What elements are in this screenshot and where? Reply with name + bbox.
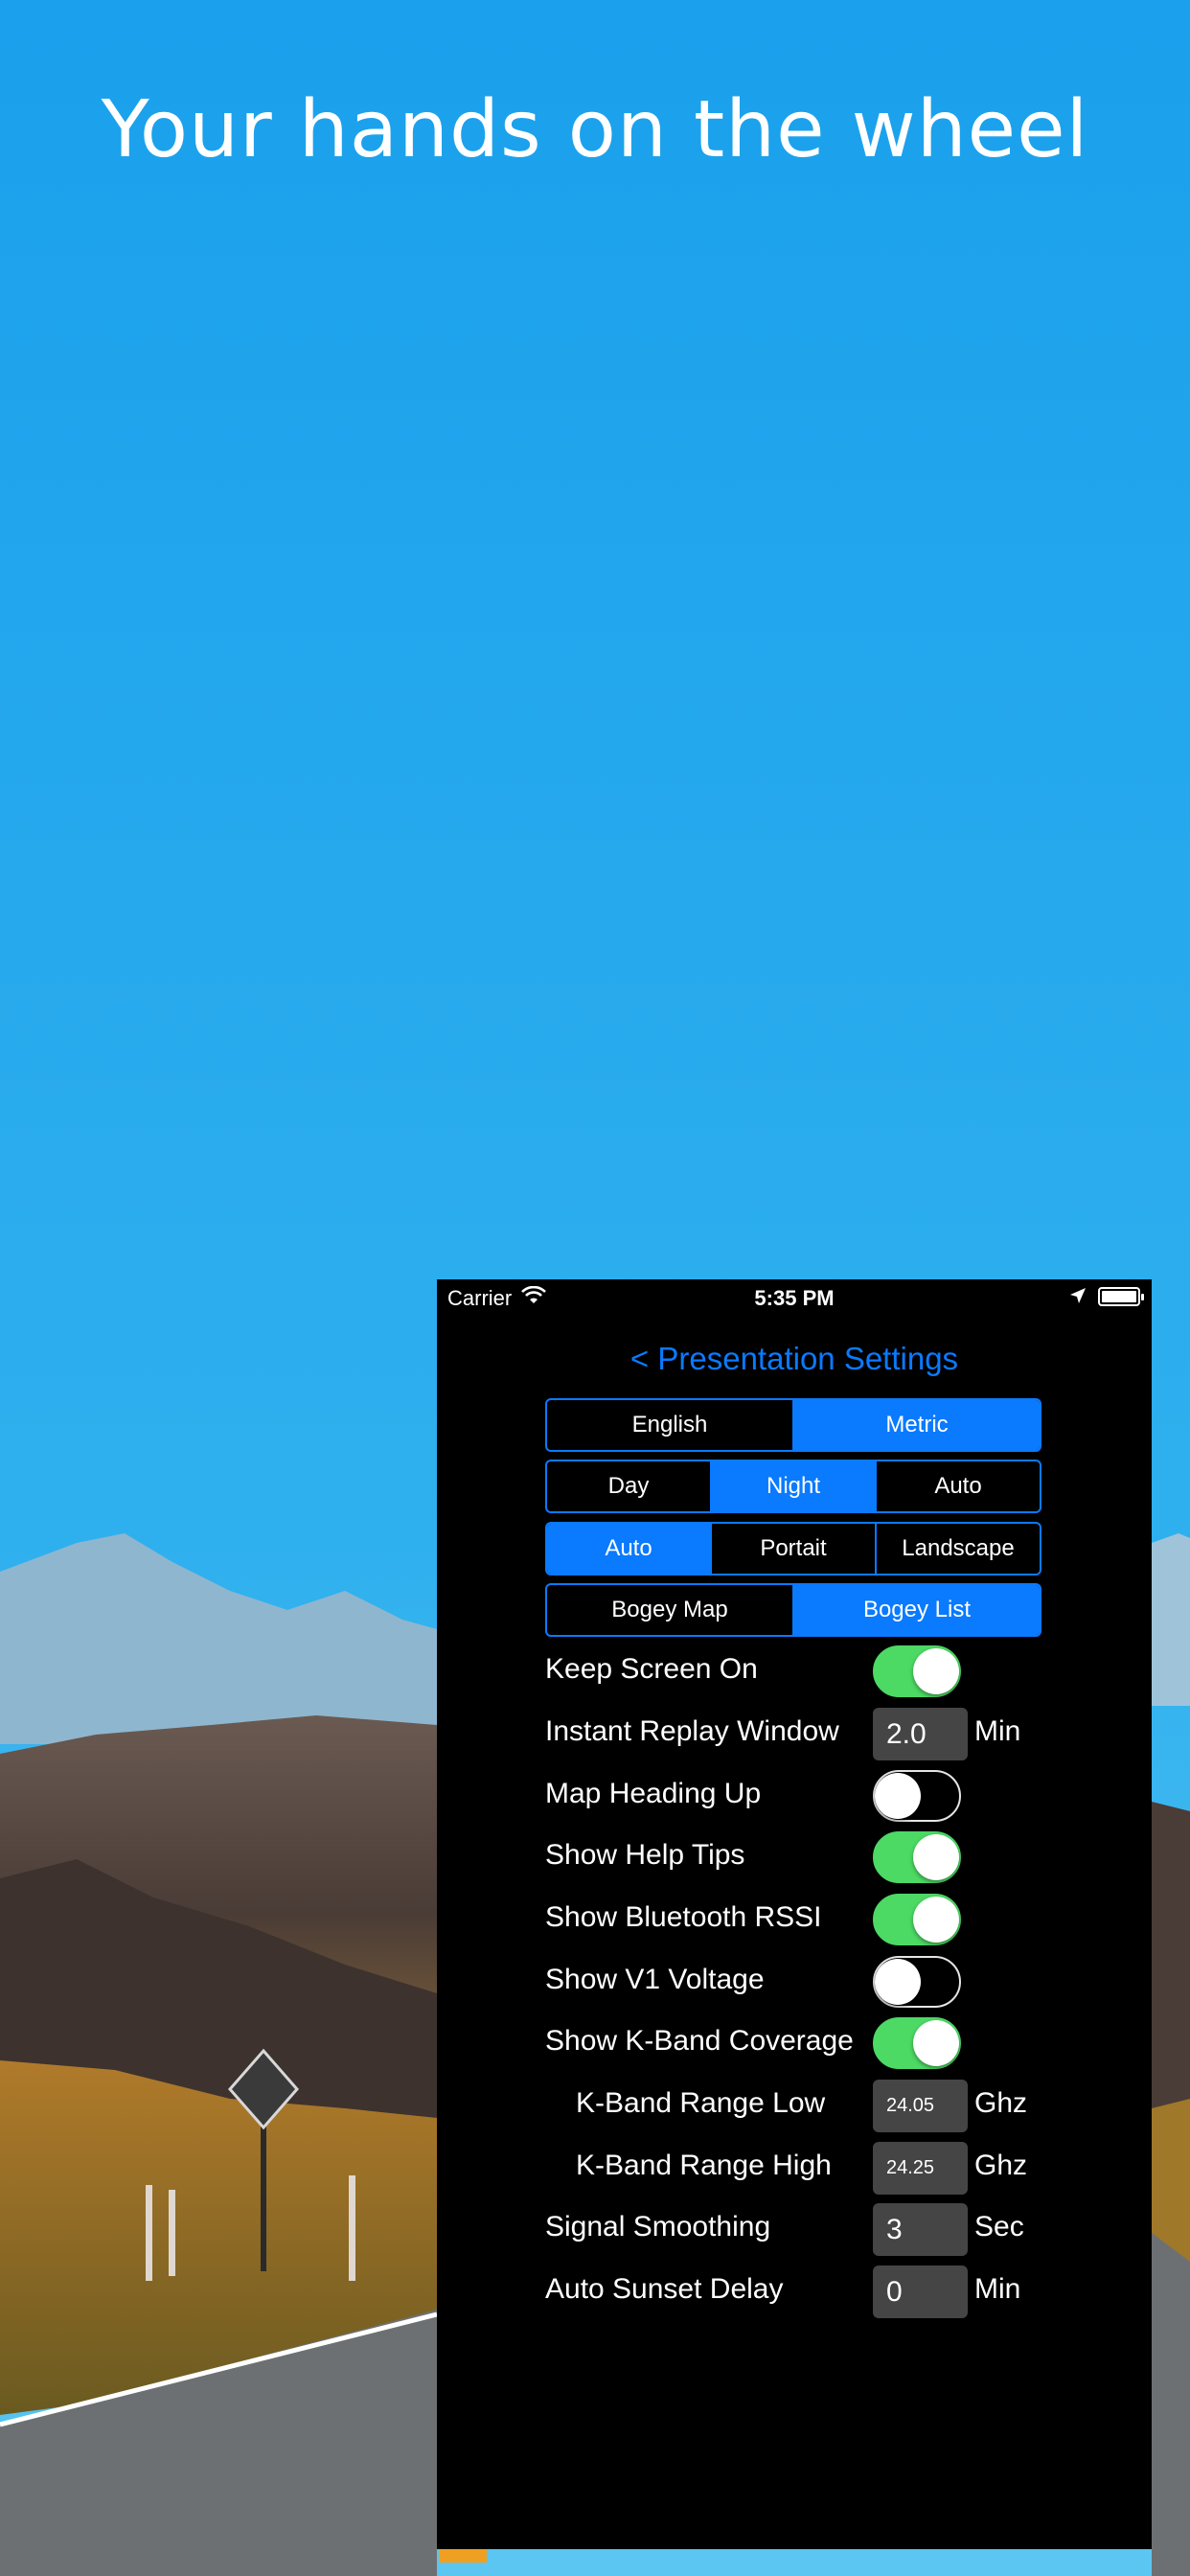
location-arrow-icon bbox=[1070, 1288, 1086, 1303]
unit-label: Sec bbox=[974, 2211, 1024, 2242]
auto-sunset-delay-input[interactable]: 0 bbox=[873, 2266, 968, 2318]
toggle-knob bbox=[913, 1648, 959, 1694]
orientation-segmented-control: Auto Portait Landscape bbox=[545, 1522, 1041, 1576]
setting-label: Show K-Band Coverage bbox=[545, 2025, 854, 2057]
segment-bogey-list[interactable]: Bogey List bbox=[794, 1585, 1040, 1635]
setting-label: Keep Screen On bbox=[545, 1653, 758, 1685]
theme-segmented-control: Day Night Auto bbox=[545, 1460, 1041, 1513]
segment-night[interactable]: Night bbox=[712, 1461, 877, 1511]
setting-label: Show Bluetooth RSSI bbox=[545, 1901, 822, 1933]
k-band-low-input[interactable]: 24.05 bbox=[873, 2080, 968, 2132]
setting-row-k-band-high: K-Band Range High 24.25 Ghz bbox=[437, 2138, 1152, 2196]
setting-label: Signal Smoothing bbox=[545, 2211, 771, 2242]
setting-label: K-Band Range Low bbox=[576, 2087, 826, 2119]
show-v1-voltage-toggle[interactable] bbox=[873, 1956, 961, 2008]
show-help-tips-toggle[interactable] bbox=[873, 1831, 961, 1883]
setting-row-instant-replay: Instant Replay Window 2.0 Min bbox=[437, 1704, 1152, 1761]
segment-bogey-map[interactable]: Bogey Map bbox=[547, 1585, 794, 1635]
toggle-knob bbox=[875, 1959, 921, 2005]
setting-row-auto-sunset-delay: Auto Sunset Delay 0 Min bbox=[437, 2262, 1152, 2319]
status-bar: Carrier 5:35 PM bbox=[437, 1279, 1152, 1312]
setting-row-k-band-coverage: Show K-Band Coverage bbox=[437, 2013, 1152, 2071]
setting-label: Instant Replay Window bbox=[545, 1715, 839, 1747]
setting-row-keep-screen-on: Keep Screen On bbox=[437, 1642, 1152, 1699]
status-time: 5:35 PM bbox=[754, 1286, 835, 1310]
setting-row-show-help-tips: Show Help Tips bbox=[437, 1828, 1152, 1885]
segment-metric[interactable]: Metric bbox=[794, 1400, 1040, 1450]
back-button[interactable]: < Presentation Settings bbox=[437, 1341, 1152, 1377]
setting-row-map-heading-up: Map Heading Up bbox=[437, 1766, 1152, 1824]
toggle-knob bbox=[913, 1834, 959, 1880]
setting-label: Show V1 Voltage bbox=[545, 1964, 765, 1995]
toggle-knob bbox=[875, 1773, 921, 1819]
setting-row-v1-voltage: Show V1 Voltage bbox=[437, 1952, 1152, 2010]
phone-screen: Carrier 5:35 PM < Presentation Settings … bbox=[437, 1279, 1152, 2549]
segment-portrait[interactable]: Portait bbox=[712, 1524, 877, 1574]
k-band-high-input[interactable]: 24.25 bbox=[873, 2142, 968, 2195]
segment-landscape[interactable]: Landscape bbox=[877, 1524, 1040, 1574]
setting-label: K-Band Range High bbox=[576, 2150, 832, 2181]
map-heading-up-toggle[interactable] bbox=[873, 1770, 961, 1822]
setting-row-k-band-low: K-Band Range Low 24.05 Ghz bbox=[437, 2076, 1152, 2133]
segment-english[interactable]: English bbox=[547, 1400, 794, 1450]
keep-screen-on-toggle[interactable] bbox=[873, 1645, 961, 1697]
segment-orientation-auto[interactable]: Auto bbox=[547, 1524, 712, 1574]
toggle-knob bbox=[913, 1897, 959, 1943]
battery-icon bbox=[1098, 1287, 1144, 1306]
setting-row-bluetooth-rssi: Show Bluetooth RSSI bbox=[437, 1890, 1152, 1947]
unit-label: Ghz bbox=[974, 2150, 1028, 2181]
setting-label: Show Help Tips bbox=[545, 1839, 745, 1871]
setting-row-signal-smoothing: Signal Smoothing 3 Sec bbox=[437, 2199, 1152, 2257]
headline: Your hands on the wheel bbox=[101, 84, 1089, 175]
view-segmented-control: Bogey Map Bogey List bbox=[545, 1583, 1041, 1637]
setting-label: Auto Sunset Delay bbox=[545, 2273, 784, 2305]
signal-smoothing-input[interactable]: 3 bbox=[873, 2203, 968, 2256]
show-k-band-coverage-toggle[interactable] bbox=[873, 2017, 961, 2069]
toggle-knob bbox=[913, 2020, 959, 2066]
units-segmented-control: English Metric bbox=[545, 1398, 1041, 1452]
segment-day[interactable]: Day bbox=[547, 1461, 712, 1511]
unit-label: Min bbox=[974, 2273, 1021, 2305]
setting-label: Map Heading Up bbox=[545, 1778, 762, 1809]
unit-label: Min bbox=[974, 1715, 1021, 1747]
unit-label: Ghz bbox=[974, 2087, 1028, 2119]
segment-theme-auto[interactable]: Auto bbox=[877, 1461, 1040, 1511]
instant-replay-input[interactable]: 2.0 bbox=[873, 1708, 968, 1760]
show-bluetooth-rssi-toggle[interactable] bbox=[873, 1894, 961, 1945]
